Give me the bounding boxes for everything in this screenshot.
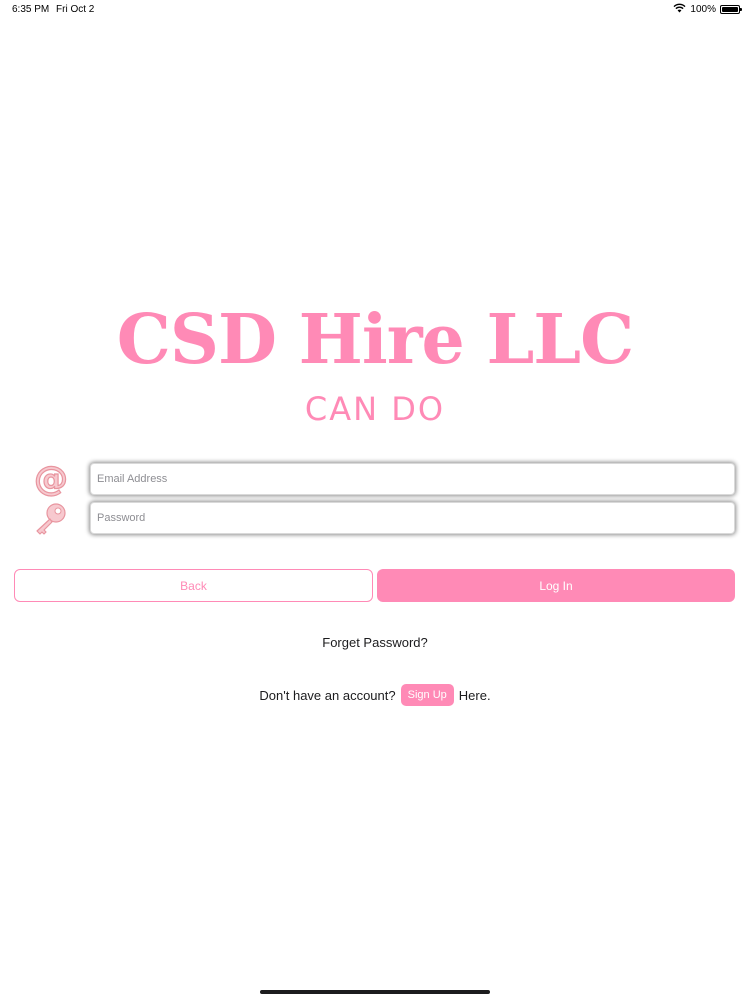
key-icon xyxy=(32,501,70,537)
logo-title: CSD Hire LLC xyxy=(116,300,634,380)
signup-prefix-text: Don't have an account? xyxy=(259,687,396,703)
logo-subtitle: CAN DO xyxy=(304,390,446,428)
battery-percentage: 100% xyxy=(690,4,716,15)
login-screen: 6:35 PM Fri Oct 2 100% CSD Hire LLC CAN … xyxy=(0,0,750,1000)
wifi-icon xyxy=(673,3,686,16)
status-bar: 6:35 PM Fri Oct 2 100% xyxy=(0,0,750,20)
status-date: Fri Oct 2 xyxy=(56,4,95,15)
back-button[interactable]: Back xyxy=(14,569,373,602)
signup-suffix-text: Here. xyxy=(458,687,491,703)
login-button[interactable]: Log In xyxy=(377,569,735,602)
forgot-password-row: Forget Password? xyxy=(0,635,750,650)
signup-row: Don't have an account? Sign Up Here. xyxy=(0,684,750,706)
home-indicator[interactable] xyxy=(260,990,490,994)
battery-icon xyxy=(720,5,742,14)
battery-level-fill xyxy=(722,7,738,12)
sign-up-button[interactable]: Sign Up xyxy=(400,684,454,706)
password-field[interactable] xyxy=(90,502,735,534)
forgot-password-link[interactable]: Forget Password? xyxy=(322,635,428,650)
status-indicators: 100% xyxy=(673,3,742,16)
at-sign-icon: @ xyxy=(32,458,70,499)
email-field[interactable] xyxy=(90,463,735,495)
status-time: 6:35 PM xyxy=(12,4,50,15)
svg-text:@: @ xyxy=(34,461,68,497)
